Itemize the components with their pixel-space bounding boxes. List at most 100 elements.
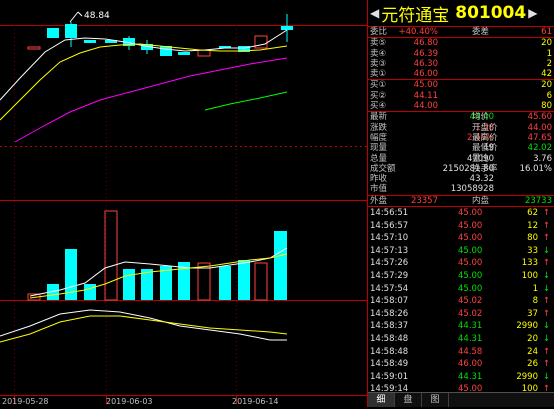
bid-volume: 6 [546, 90, 552, 101]
trade-row: 14:58:26 45.02 37 ↑ [368, 308, 554, 321]
tab-detail[interactable]: 细 [368, 393, 395, 407]
trade-direction-icon: ↓ [542, 371, 550, 382]
bid-label: 买② [370, 90, 387, 101]
stat-label: 量比 [472, 153, 490, 164]
trade-price: 45.00 [458, 208, 483, 219]
ask-label: 卖③ [370, 58, 387, 69]
next-stock-icon[interactable]: ▶ [528, 6, 537, 20]
stat-row: 市值 13058928 [368, 184, 554, 194]
trade-direction-icon: ↓ [542, 321, 550, 332]
trade-direction-icon: ↑ [542, 308, 550, 319]
stat-label: 委比 [370, 27, 388, 37]
bid-label: 买① [370, 80, 387, 91]
trade-volume: 62 [527, 208, 538, 219]
trade-direction-icon: ↓ [542, 283, 550, 294]
trade-row: 14:58:07 45.02 8 ↑ [368, 295, 554, 308]
stat-value: 44.00 [527, 122, 552, 133]
trade-volume: 12 [527, 220, 538, 231]
volume-bar [123, 269, 135, 300]
trade-row: 14:57:13 45.00 33 ↓ [368, 245, 554, 258]
stat-value: 47.65 [527, 132, 552, 143]
stat-label: 最新 [370, 112, 388, 123]
indicator-line-1 [0, 309, 287, 341]
trade-volume: 20 [527, 333, 538, 344]
volume-bar [274, 231, 287, 300]
ask-volume: 42 [541, 69, 552, 80]
stat-row: 幅度 2.49% 最高价 47.65 [368, 133, 554, 143]
volume-bar [238, 260, 250, 300]
chart-grid [0, 25, 367, 404]
stat-label: 昨收 [370, 174, 388, 185]
ask-label: 卖⑤ [370, 38, 387, 49]
chart-vgrid [14, 25, 237, 395]
prev-stock-icon[interactable]: ◀ [370, 6, 379, 20]
trade-ticker[interactable]: 14:56:51 45.00 62 ↑ 14:56:57 45.00 12 ↑ 14:57:10… [368, 207, 554, 409]
trade-volume: 2990 [516, 371, 538, 382]
stat-label: 市值 [370, 184, 388, 195]
trade-volume: 2990 [516, 321, 538, 332]
stat-row: 昨收 43.32 [368, 174, 554, 184]
date-label: 2019-06-03 [106, 397, 153, 406]
bid-book: 买① 45.00 20 买② 44.11 6 买④ 44.00 80 [368, 80, 554, 113]
ask-volume: 20 [541, 38, 552, 49]
stat-row: 现量 49 最低价 42.02 [368, 143, 554, 153]
ma10-line [0, 43, 288, 121]
trade-time: 14:58:49 [370, 359, 409, 370]
trade-volume: 33 [527, 245, 538, 256]
trade-volume: 37 [527, 308, 538, 319]
tab-chart[interactable]: 图 [422, 393, 449, 407]
ask-label: 卖④ [370, 48, 387, 59]
stat-value: 43.32 [469, 174, 494, 185]
bid-price: 45.00 [413, 80, 438, 91]
trade-direction-icon: ↓ [542, 245, 550, 256]
trade-direction-icon: ↑ [542, 233, 550, 244]
candle [65, 24, 77, 38]
candles [27, 14, 293, 57]
tab-orderbook[interactable]: 盘 [395, 393, 422, 407]
ma60-line [204, 91, 288, 111]
trade-price: 45.00 [458, 258, 483, 269]
volume-bar [197, 262, 211, 301]
stock-code: 801004 [455, 3, 527, 23]
stock-header: ◀ 元符通宝 801004 ▶ [368, 0, 554, 27]
outer-volume: 23357 [410, 195, 438, 206]
volume-bar [219, 266, 231, 300]
stat-row: 最新 44.40 均价 45.60 [368, 112, 554, 122]
candle [47, 28, 59, 38]
indicator-lines [0, 309, 288, 343]
trade-price: 45.00 [458, 220, 483, 231]
trade-price: 45.02 [458, 296, 483, 307]
trade-time: 14:58:07 [370, 296, 409, 307]
stat-label: 委差 [472, 27, 490, 37]
trade-time: 14:56:57 [370, 220, 409, 231]
bid-volume: 80 [541, 101, 552, 112]
trade-time: 14:57:10 [370, 233, 409, 244]
stat-label: 总量 [370, 153, 388, 164]
indicator-line-2 [0, 315, 288, 343]
trade-time: 14:57:54 [370, 283, 409, 294]
stat-label: 现量 [370, 143, 388, 154]
stat-value: 16.01% [519, 163, 552, 174]
ask-label: 卖① [370, 69, 387, 80]
ask-volume: 1 [546, 48, 552, 59]
trade-direction-icon: ↑ [542, 258, 550, 269]
bid-label: 买④ [370, 101, 387, 112]
trade-time: 14:58:26 [370, 308, 409, 319]
trade-volume: 100 [521, 271, 538, 282]
trade-row: 14:56:57 45.00 12 ↑ [368, 220, 554, 233]
trade-row: 14:58:49 46.00 26 ↑ [368, 358, 554, 371]
stat-value: 42.02 [527, 143, 552, 154]
kline-chart[interactable]: 48.84 2019-05-28 2019-06-03 2019-06-14 [0, 0, 367, 407]
date-label: 2019-06-14 [232, 397, 279, 406]
volume-bar [104, 210, 118, 301]
trade-row: 14:58:48 44.31 20 ↓ [368, 333, 554, 346]
trade-direction-icon: ↑ [542, 220, 550, 231]
trade-row: 14:58:37 44.31 2990 ↓ [368, 320, 554, 333]
trade-time: 14:57:26 [370, 258, 409, 269]
trade-direction-icon: ↑ [542, 359, 550, 370]
trade-row: 14:59:01 44.31 2990 ↓ [368, 371, 554, 384]
trade-time: 14:58:48 [370, 346, 409, 357]
trade-price: 45.00 [458, 233, 483, 244]
trade-price: 45.00 [458, 245, 483, 256]
trade-time: 14:58:37 [370, 321, 409, 332]
